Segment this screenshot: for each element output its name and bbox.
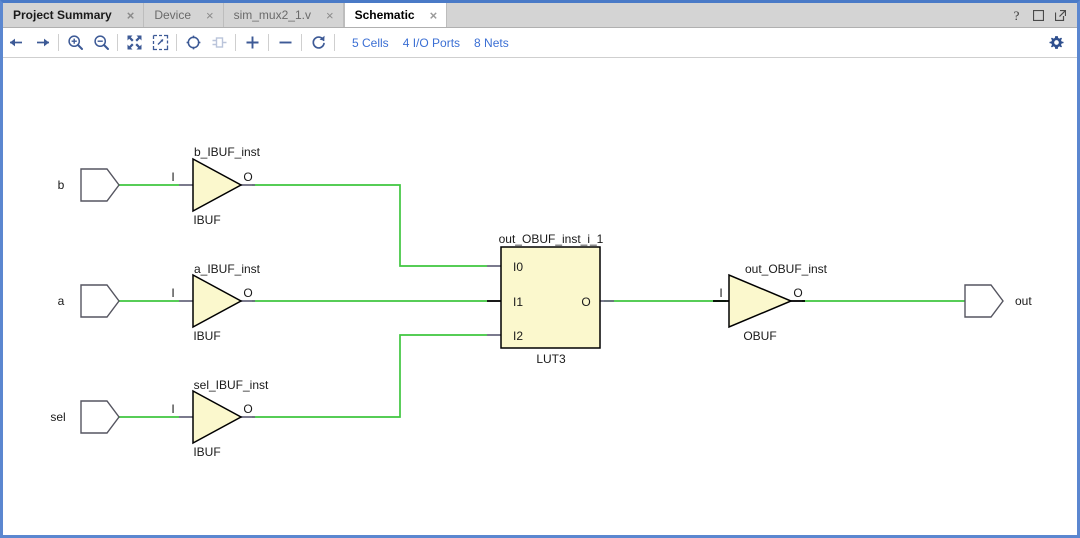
- help-glyph: ?: [1013, 7, 1020, 23]
- cell-lut3-type-label: LUT3: [536, 352, 566, 366]
- cell-b-ibuf-type-label: IBUF: [193, 213, 220, 227]
- io-ports-count-link[interactable]: 4 I/O Ports: [403, 36, 460, 50]
- forward-button[interactable]: [29, 30, 55, 56]
- tab-close-icon[interactable]: ×: [124, 9, 138, 22]
- port-sel-label: sel: [50, 410, 65, 424]
- cell-lut3-pin-i1-label: I1: [513, 295, 523, 309]
- settings-gear-button[interactable]: [1041, 30, 1071, 56]
- port-a-label: a: [58, 294, 65, 308]
- cell-b-ibuf-pin-o-label: O: [243, 170, 252, 184]
- float-window-icon[interactable]: [1054, 9, 1067, 22]
- tab-device[interactable]: Device ×: [144, 3, 224, 27]
- port-b-label: b: [58, 178, 65, 192]
- tab-bar: Project Summary × Device × sim_mux2_1.v …: [3, 3, 1077, 28]
- nets-count-link[interactable]: 8 Nets: [474, 36, 509, 50]
- port-out-shape[interactable]: [964, 284, 1004, 318]
- tab-schematic[interactable]: Schematic ×: [343, 3, 448, 27]
- cell-out-obuf-pin-i-label: I: [719, 286, 722, 300]
- toolbar-separator: [268, 34, 269, 51]
- cell-b-ibuf-shape[interactable]: [192, 157, 243, 213]
- cell-a-ibuf-shape[interactable]: [192, 273, 243, 329]
- regenerate-button[interactable]: [305, 30, 331, 56]
- wire-b-ibuf-to-lut-i0[interactable]: [252, 184, 487, 267]
- cell-sel-ibuf-type-label: IBUF: [193, 445, 220, 459]
- cell-out-obuf[interactable]: out_OBUF_inst I O OBUF: [719, 262, 827, 343]
- tab-label: Device: [154, 8, 191, 22]
- cell-lut3-pin-o-label: O: [581, 295, 590, 309]
- wire-sel-ibuf-to-lut-i2[interactable]: [252, 334, 487, 418]
- help-icon[interactable]: ?: [1010, 9, 1023, 22]
- cells-count-link[interactable]: 5 Cells: [352, 36, 389, 50]
- cell-lut3-instance-label: out_OBUF_inst_i_1: [499, 232, 604, 246]
- remove-button[interactable]: [272, 30, 298, 56]
- tab-close-icon[interactable]: ×: [203, 9, 217, 22]
- tab-sim-mux2-1-v[interactable]: sim_mux2_1.v ×: [223, 3, 344, 27]
- zoom-area-button[interactable]: [147, 30, 173, 56]
- toolbar-separator: [235, 34, 236, 51]
- cell-b-ibuf-instance-label: b_IBUF_inst: [194, 145, 261, 159]
- cell-sel-ibuf-pin-i-label: I: [171, 402, 174, 416]
- toolbar-separator: [176, 34, 177, 51]
- cell-a-ibuf-instance-label: a_IBUF_inst: [194, 262, 261, 276]
- expand-cone-button[interactable]: [180, 30, 206, 56]
- cell-out-obuf-instance-label: out_OBUF_inst: [745, 262, 828, 276]
- port-out-label: out: [1015, 294, 1032, 308]
- cell-lut3-pin-i2-label: I2: [513, 329, 523, 343]
- cell-a-ibuf-pin-o-label: O: [243, 286, 252, 300]
- toolbar-separator: [58, 34, 59, 51]
- port-b-shape[interactable]: [80, 168, 120, 202]
- cell-out-obuf-pin-o-label: O: [793, 286, 802, 300]
- cell-sel-ibuf-pin-o-label: O: [243, 402, 252, 416]
- cell-a-ibuf-type-label: IBUF: [193, 329, 220, 343]
- window-controls: ?: [1004, 3, 1077, 27]
- add-button[interactable]: [239, 30, 265, 56]
- schematic-canvas[interactable]: b a sel out b_IBUF_inst I O IBUF a_IBUF_…: [3, 59, 1077, 535]
- tab-label: Schematic: [354, 8, 415, 22]
- cell-out-obuf-shape[interactable]: [728, 273, 793, 329]
- zoom-out-button[interactable]: [88, 30, 114, 56]
- tab-label: sim_mux2_1.v: [233, 8, 311, 22]
- toolbar-separator: [334, 34, 335, 51]
- tab-project-summary[interactable]: Project Summary ×: [3, 3, 145, 27]
- tab-bar-filler: [447, 3, 1004, 27]
- cell-a-ibuf[interactable]: a_IBUF_inst I O IBUF: [171, 262, 260, 343]
- tab-label: Project Summary: [13, 8, 112, 22]
- maximize-icon[interactable]: [1032, 9, 1045, 22]
- cell-b-ibuf[interactable]: b_IBUF_inst I O IBUF: [171, 145, 260, 227]
- toolbar-separator: [301, 34, 302, 51]
- cell-a-ibuf-pin-i-label: I: [171, 286, 174, 300]
- schematic-toolbar: 5 Cells 4 I/O Ports 8 Nets: [3, 28, 1077, 58]
- port-sel-shape[interactable]: [80, 400, 120, 434]
- cell-lut3-pin-i0-label: I0: [513, 260, 523, 274]
- back-button[interactable]: [3, 30, 29, 56]
- zoom-in-button[interactable]: [62, 30, 88, 56]
- toolbar-separator: [117, 34, 118, 51]
- cell-out-obuf-type-label: OBUF: [743, 329, 776, 343]
- cell-sel-ibuf[interactable]: sel_IBUF_inst I O IBUF: [171, 378, 269, 459]
- tab-close-icon[interactable]: ×: [323, 9, 337, 22]
- tab-close-icon[interactable]: ×: [427, 9, 441, 22]
- schematic-window: Project Summary × Device × sim_mux2_1.v …: [0, 0, 1080, 538]
- cell-sel-ibuf-instance-label: sel_IBUF_inst: [194, 378, 269, 392]
- cell-b-ibuf-pin-i-label: I: [171, 170, 174, 184]
- port-a-shape[interactable]: [80, 284, 120, 318]
- cell-sel-ibuf-shape[interactable]: [192, 389, 243, 445]
- zoom-fit-button[interactable]: [121, 30, 147, 56]
- cell-lut3[interactable]: out_OBUF_inst_i_1 I0 I1 I2 O LUT3: [499, 232, 604, 366]
- collapse-cone-button: [206, 30, 232, 56]
